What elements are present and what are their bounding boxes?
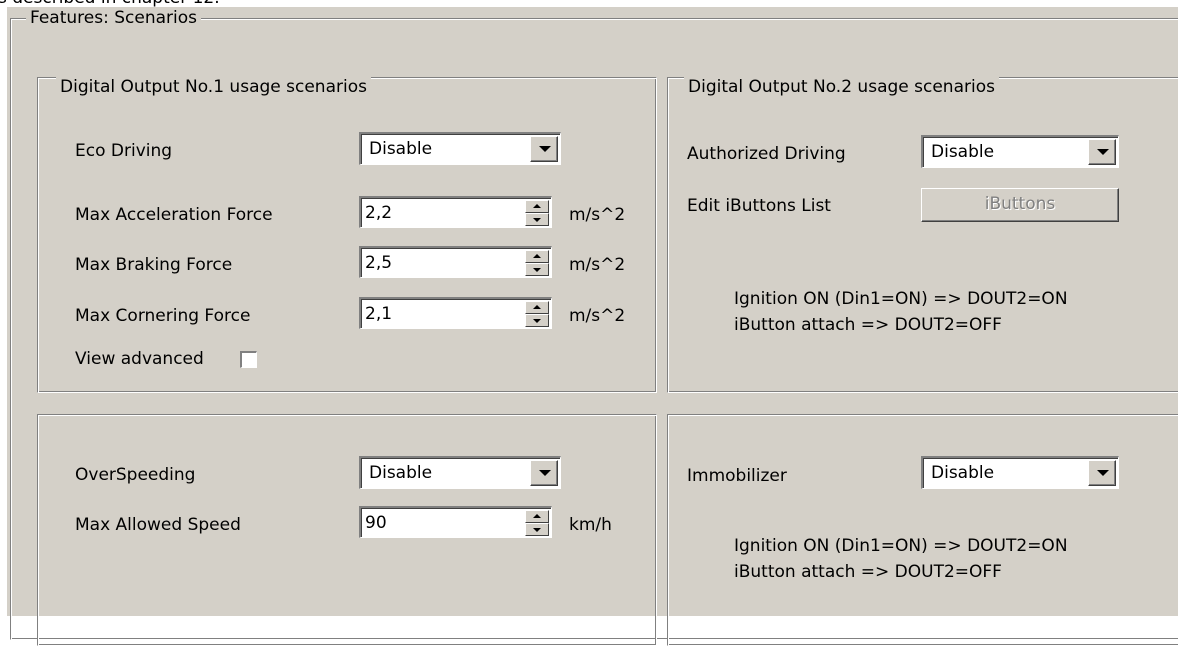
max-allowed-speed-spinner[interactable]: 90 xyxy=(359,506,552,538)
view-advanced-label: View advanced xyxy=(75,349,204,369)
max-allowed-speed-value: 90 xyxy=(365,513,387,533)
chevron-down-icon[interactable] xyxy=(530,136,558,162)
eco-driving-label: Eco Driving xyxy=(75,141,173,161)
overspeeding-value: Disable xyxy=(369,463,433,483)
immobilizer-label: Immobilizer xyxy=(687,466,787,486)
immobilizer-select[interactable]: Disable xyxy=(921,456,1119,489)
max-cornering-spinner[interactable]: 2,1 xyxy=(359,297,552,329)
spin-up-icon[interactable] xyxy=(525,250,549,263)
authorized-driving-label: Authorized Driving xyxy=(687,144,846,164)
view-advanced-checkbox[interactable] xyxy=(240,351,257,368)
spin-down-icon[interactable] xyxy=(525,314,549,327)
dout1-group-title: Digital Output No.1 usage scenarios xyxy=(56,77,371,97)
spin-up-icon[interactable] xyxy=(525,301,549,314)
dout2-info-line1: Ignition ON (Din1=ON) => DOUT2=ON xyxy=(734,289,1068,309)
immobilizer-info-line1: Ignition ON (Din1=ON) => DOUT2=ON xyxy=(734,536,1068,556)
authorized-driving-select[interactable]: Disable xyxy=(921,135,1119,168)
authorized-driving-value: Disable xyxy=(931,142,995,162)
spin-down-icon[interactable] xyxy=(525,213,549,226)
spin-down-icon[interactable] xyxy=(525,523,549,536)
overspeeding-label: OverSpeeding xyxy=(75,465,196,485)
spin-up-icon[interactable] xyxy=(525,200,549,213)
max-allowed-speed-label: Max Allowed Speed xyxy=(75,515,241,535)
max-cornering-unit: m/s^2 xyxy=(569,306,626,326)
ibuttons-button[interactable]: iButtons xyxy=(921,188,1119,222)
eco-driving-value: Disable xyxy=(369,139,433,159)
max-cornering-label: Max Cornering Force xyxy=(75,306,251,326)
chevron-down-icon[interactable] xyxy=(1088,139,1116,165)
max-acceleration-label: Max Acceleration Force xyxy=(75,205,273,225)
max-allowed-speed-unit: km/h xyxy=(569,515,612,535)
max-acceleration-spinner[interactable]: 2,2 xyxy=(359,196,552,228)
chevron-down-icon[interactable] xyxy=(530,460,558,486)
max-acceleration-unit: m/s^2 xyxy=(569,205,626,225)
dout1-group-frame xyxy=(37,77,657,393)
max-braking-unit: m/s^2 xyxy=(569,255,626,275)
immobilizer-value: Disable xyxy=(931,463,995,483)
settings-panel: Features: Scenarios Digital Output No.1 … xyxy=(7,7,1178,646)
max-braking-spinner[interactable]: 2,5 xyxy=(359,246,552,278)
spin-up-icon[interactable] xyxy=(525,510,549,523)
features-group-title: Features: Scenarios xyxy=(26,8,201,28)
immobilizer-info-line2: iButton attach => DOUT2=OFF xyxy=(734,562,1002,582)
dout2-info-line2: iButton attach => DOUT2=OFF xyxy=(734,315,1002,335)
immobilizer-group-frame xyxy=(667,414,1178,646)
eco-driving-select[interactable]: Disable xyxy=(359,132,561,165)
max-braking-label: Max Braking Force xyxy=(75,255,233,275)
dout2-group-frame xyxy=(667,77,1178,393)
edit-ibuttons-label: Edit iButtons List xyxy=(687,196,831,216)
max-acceleration-value: 2,2 xyxy=(365,203,393,223)
chevron-down-icon[interactable] xyxy=(1088,460,1116,486)
dout2-group-title: Digital Output No.2 usage scenarios xyxy=(684,77,999,97)
spin-down-icon[interactable] xyxy=(525,263,549,276)
max-braking-value: 2,5 xyxy=(365,253,393,273)
max-cornering-value: 2,1 xyxy=(365,304,393,324)
overspeeding-select[interactable]: Disable xyxy=(359,456,561,489)
